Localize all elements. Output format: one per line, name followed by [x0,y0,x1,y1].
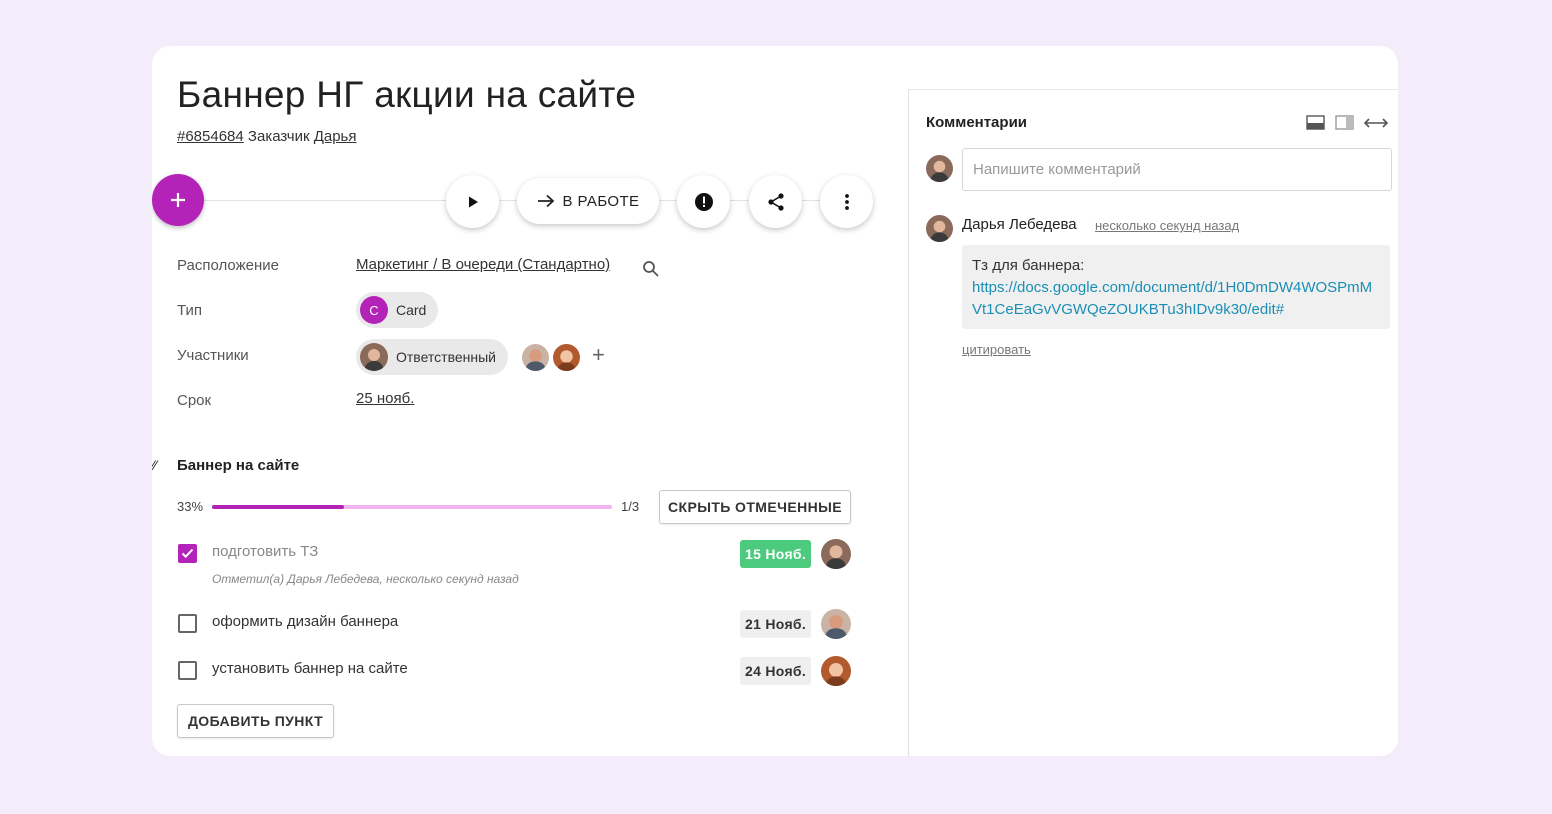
task-card: Баннер НГ акции на сайте #6854684 Заказч… [152,46,1398,756]
comment-bubble: Тз для баннера: https://docs.google.com/… [962,245,1390,329]
share-icon [767,192,784,211]
type-label: Тип [177,302,203,319]
plus-icon [171,193,185,207]
checklist-item-assignee-avatar[interactable] [821,539,851,569]
due-date-link[interactable]: 25 нояб. [356,390,414,407]
add-item-button[interactable]: ДОБАВИТЬ ПУНКТ [177,704,334,738]
checklist-item-date[interactable]: 24 Нояб. [740,657,812,685]
check-icon [181,548,194,559]
layout-side-icon[interactable] [1335,115,1354,130]
comment-input[interactable]: Напишите комментарий [962,148,1392,191]
quote-link[interactable]: цитировать [962,342,1031,357]
comment-text: Тз для баннера: [972,257,1085,274]
avatar [360,343,388,371]
checklist-item-assignee-avatar[interactable] [821,609,851,639]
checklist-item-date[interactable]: 15 Нояб. [740,540,812,568]
progress-percent: 33% [177,499,204,514]
more-vertical-icon [844,193,849,210]
type-letter-badge: C [360,296,388,324]
customer-link[interactable]: Дарья [314,128,357,145]
checklist-item-text[interactable]: подготовить ТЗ [212,543,318,560]
task-id-link[interactable]: #6854684 [177,128,244,145]
add-button[interactable] [152,174,204,226]
checklist-item-date[interactable]: 21 Нояб. [740,610,812,638]
priority-button[interactable] [677,175,730,228]
participant-avatar[interactable] [553,344,580,371]
checklist-item-text[interactable]: установить баннер на сайте [212,660,408,677]
status-button[interactable]: В РАБОТЕ [517,178,659,224]
comments-panel: Комментарии Напишите комментарий Дарья Л… [909,90,1398,756]
hide-checked-button[interactable]: СКРЫТЬ ОТМЕЧЕННЫЕ [659,490,851,524]
due-label: Срок [177,392,212,409]
progress-bar-fill [212,505,344,509]
checklist-item-assignee-avatar[interactable] [821,656,851,686]
checklist-item-text[interactable]: оформить дизайн баннера [212,613,398,630]
play-icon [468,196,478,207]
comment-author: Дарья Лебедева [962,216,1077,233]
checklist-checkbox[interactable] [178,614,197,633]
customer-label: Заказчик [247,128,310,145]
participant-avatar[interactable] [522,344,549,371]
add-participant-button[interactable]: + [592,344,605,366]
checklist-checkbox[interactable] [178,661,197,680]
status-label: В РАБОТЕ [562,192,640,210]
checklist-checkbox[interactable] [178,544,197,563]
current-user-avatar [926,155,953,182]
search-icon[interactable] [642,260,660,278]
location-label: Расположение [177,257,279,274]
arrow-right-icon [537,194,554,208]
view-toggle-group [1306,115,1388,130]
task-main-panel: Баннер НГ акции на сайте #6854684 Заказч… [152,46,908,756]
type-value: Card [396,302,427,318]
exclamation-icon [694,192,713,211]
edit-icon[interactable]: ⁄⁄ [152,457,157,473]
checklist-title[interactable]: Баннер на сайте [177,457,299,474]
comment-author-avatar [926,215,953,242]
expand-horizontal-icon[interactable] [1364,117,1388,129]
checklist-item-meta: Отметил(а) Дарья Лебедева, несколько сек… [212,572,519,586]
location-link[interactable]: Маркетинг / В очереди (Стандартно) [356,256,610,273]
comments-title: Комментарии [926,114,1028,131]
task-title[interactable]: Баннер НГ акции на сайте [177,74,636,116]
progress-fraction: 1/3 [621,499,640,514]
task-subtitle: #6854684 Заказчик Дарья [177,128,356,145]
start-timer-button[interactable] [446,175,499,228]
comment-time[interactable]: несколько секунд назад [1095,218,1239,233]
type-chip[interactable]: C Card [356,292,439,328]
more-button[interactable] [820,175,873,228]
layout-bottom-icon[interactable] [1306,115,1325,130]
comment-link[interactable]: https://docs.google.com/document/d/1H0Dm… [972,277,1380,321]
responsible-label: Ответственный [396,349,496,365]
participants-label: Участники [177,347,249,364]
responsible-chip[interactable]: Ответственный [356,339,508,375]
progress-bar [212,505,612,509]
share-button[interactable] [749,175,802,228]
